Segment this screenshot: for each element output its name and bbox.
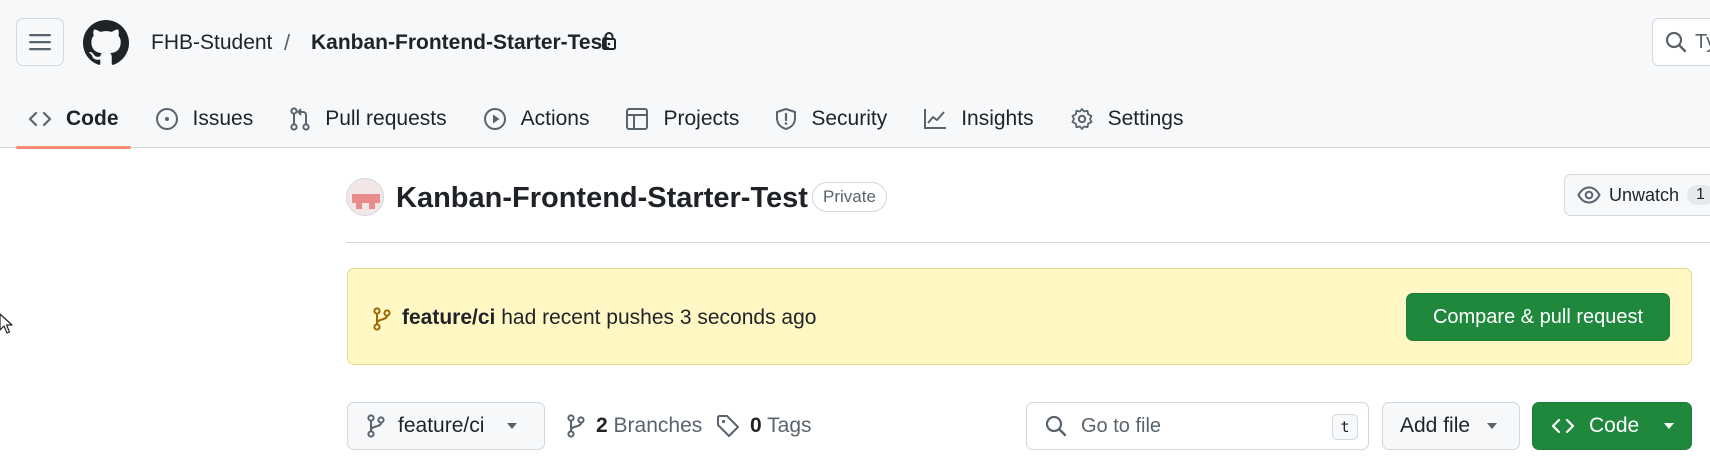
gear-icon	[1071, 108, 1092, 130]
table-icon	[626, 108, 649, 130]
tab-label: Code	[66, 107, 119, 130]
avatar-identicon-icon	[347, 179, 383, 215]
tab-projects[interactable]: Projects	[613, 90, 751, 148]
tag-icon	[717, 415, 739, 437]
pull-request-icon	[290, 107, 310, 131]
tag-count: 0	[750, 414, 762, 437]
owner-avatar[interactable]	[346, 178, 384, 216]
branches-label: Branches	[613, 414, 703, 437]
add-file-label: Add file	[1400, 414, 1471, 437]
repo-title[interactable]: Kanban-Frontend-Starter-Test	[396, 180, 808, 216]
tab-label: Actions	[520, 107, 590, 130]
branch-icon	[567, 414, 585, 438]
code-button-label: Code	[1589, 414, 1640, 437]
tab-label: Settings	[1107, 107, 1184, 130]
breadcrumb-repo[interactable]: Kanban-Frontend-Starter-Test	[311, 30, 609, 56]
go-to-file-placeholder: Go to file	[1081, 414, 1162, 437]
branch-icon	[373, 307, 391, 331]
code-icon	[28, 111, 52, 127]
repo-nav-tabs: Code Issues Pull requests Actions Projec…	[16, 90, 1207, 149]
banner-branch-name[interactable]: feature/ci	[402, 306, 495, 329]
tab-settings[interactable]: Settings	[1058, 90, 1196, 148]
tab-label: Projects	[663, 107, 740, 130]
tab-label: Pull requests	[325, 107, 447, 130]
search-icon	[1665, 31, 1687, 53]
tab-insights[interactable]: Insights	[911, 90, 1045, 148]
keyboard-shortcut-hint: t	[1332, 414, 1358, 440]
triangle-down-icon	[1664, 423, 1675, 429]
global-header: FHB-Student / Kanban-Frontend-Starter-Te…	[0, 0, 1710, 149]
tab-label: Security	[811, 107, 888, 130]
mouse-cursor-icon	[0, 313, 13, 334]
current-branch-label: feature/ci	[398, 414, 485, 437]
visibility-badge: Private	[812, 182, 887, 212]
global-search-input[interactable]: Ty	[1652, 18, 1710, 66]
banner-message: feature/ci had recent pushes 3 seconds a…	[402, 305, 816, 331]
github-logo-icon[interactable]	[83, 20, 129, 66]
code-icon	[1551, 418, 1575, 434]
add-file-button[interactable]: Add file	[1382, 402, 1520, 450]
unwatch-label: Unwatch	[1609, 184, 1680, 205]
unwatch-button[interactable]: Unwatch 1	[1564, 174, 1710, 216]
shield-icon	[776, 108, 797, 130]
hamburger-icon	[29, 34, 51, 51]
tab-actions[interactable]: Actions	[471, 90, 602, 148]
title-divider	[346, 242, 1710, 243]
go-to-file-input[interactable]: Go to file t	[1026, 402, 1369, 450]
lock-icon	[602, 32, 616, 50]
banner-text: had recent pushes 3 seconds ago	[501, 306, 817, 329]
branch-selector[interactable]: feature/ci	[347, 402, 545, 450]
tab-code[interactable]: Code	[16, 90, 131, 149]
tab-issues[interactable]: Issues	[143, 90, 266, 148]
hamburger-menu-button[interactable]	[16, 18, 64, 66]
tags-label: Tags	[767, 414, 812, 437]
branches-link[interactable]: 2 Branches	[566, 414, 702, 438]
play-icon	[483, 108, 506, 130]
tags-link[interactable]: 0 Tags	[716, 414, 812, 438]
compare-pull-request-button[interactable]: Compare & pull request	[1406, 293, 1670, 341]
tab-label: Issues	[192, 107, 254, 130]
recent-push-banner: feature/ci had recent pushes 3 seconds a…	[347, 268, 1692, 365]
branch-count: 2	[596, 414, 608, 437]
graph-icon	[924, 109, 947, 129]
branch-icon	[367, 414, 385, 438]
triangle-down-icon	[1487, 423, 1498, 429]
tab-label: Insights	[961, 107, 1034, 130]
search-icon	[1045, 415, 1067, 437]
code-dropdown-button[interactable]: Code	[1532, 402, 1692, 450]
triangle-down-icon	[507, 423, 518, 429]
search-placeholder: Ty	[1695, 30, 1710, 53]
breadcrumb-owner[interactable]: FHB-Student	[151, 30, 272, 56]
issue-icon	[155, 108, 178, 130]
breadcrumb-separator: /	[284, 30, 291, 55]
tab-security[interactable]: Security	[763, 90, 899, 148]
eye-icon	[1577, 186, 1601, 204]
tab-pull-requests[interactable]: Pull requests	[277, 90, 458, 148]
watch-count-badge: 1	[1687, 185, 1710, 205]
